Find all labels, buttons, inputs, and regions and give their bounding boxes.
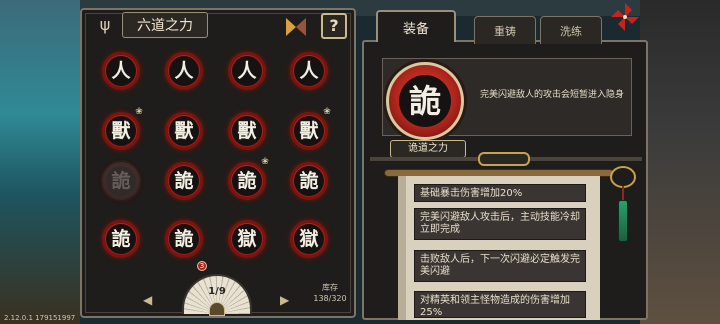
power-token-glyph: 獸	[294, 116, 324, 146]
power-token-glyph: 獸	[232, 116, 262, 146]
divider-ornament	[478, 152, 530, 166]
lotus-badge-icon: ❀	[261, 157, 269, 167]
fan-hub	[209, 302, 225, 316]
background-scene-right	[640, 0, 720, 324]
effect-entry-1: 基础暴击伤害增加20%	[414, 184, 586, 202]
next-page-arrow[interactable]: ▶	[280, 293, 289, 307]
lotus-badge-icon: ❀	[323, 107, 331, 117]
power-token[interactable]: 詭	[163, 218, 205, 260]
power-token[interactable]: 獄	[288, 218, 330, 260]
jade-charm-icon	[618, 200, 628, 242]
skill-description: 完美闪避敌人的攻击会短暂进入隐身	[480, 90, 625, 100]
power-token-glyph: 詭	[169, 166, 199, 196]
power-token[interactable]: 獸	[163, 110, 205, 152]
tab-equip[interactable]: 装备	[376, 10, 456, 42]
effect-entry-2: 完美闪避敌人攻击后，主动技能冷却立即完成	[414, 208, 586, 240]
tab-reforge-label: 重铸	[494, 24, 516, 38]
page-number: 1/9	[208, 286, 226, 297]
power-token[interactable]: 人	[163, 50, 205, 92]
power-token[interactable]: 獄	[226, 218, 268, 260]
panel-title: 六道之力	[137, 18, 193, 34]
power-token-glyph: 人	[294, 56, 324, 86]
power-token-glyph: 獸	[106, 116, 136, 146]
charm-ring	[610, 166, 636, 188]
storage-count: 138/320	[313, 294, 347, 303]
prev-page-arrow[interactable]: ◀	[143, 293, 152, 307]
power-token[interactable]: 獸	[226, 110, 268, 152]
new-item-badge: 3	[197, 261, 207, 271]
power-token-glyph: 獄	[232, 224, 262, 254]
power-token-glyph: 人	[169, 56, 199, 86]
power-token[interactable]: 詭	[288, 160, 330, 202]
power-token-glyph: 人	[106, 56, 136, 86]
help-button[interactable]: ?	[321, 13, 347, 39]
panel-title-tab: 六道之力	[122, 12, 208, 38]
effect-entry-4: 对精英和领主怪物造成的伤害增加25%	[414, 291, 586, 318]
trident-icon: ψ	[99, 15, 111, 34]
power-token[interactable]: 詭	[100, 160, 142, 202]
power-token-glyph: 詭	[294, 166, 324, 196]
power-token[interactable]: 詭	[100, 218, 142, 260]
power-token-glyph: 詭	[169, 224, 199, 254]
effect-entry-3: 击败敌人后，下一次闪避必定触发完美闪避	[414, 250, 586, 282]
power-token-glyph: 詭	[106, 224, 136, 254]
tab-reforge[interactable]: 重铸	[474, 16, 536, 44]
version-text: 2.12.0.1 179151997	[4, 314, 76, 322]
selected-power-glyph: 詭	[399, 75, 451, 127]
tab-equip-label: 装备	[402, 21, 429, 37]
lotus-badge-icon: ❀	[135, 107, 143, 117]
power-token-glyph: 詭	[106, 166, 136, 196]
power-token-glyph: 人	[232, 56, 262, 86]
tab-refine-label: 洗练	[560, 24, 582, 38]
power-token[interactable]: 人	[226, 50, 268, 92]
background-scene-left	[0, 0, 80, 324]
red-pinwheel-icon[interactable]	[610, 2, 640, 32]
power-token-glyph: 獸	[169, 116, 199, 146]
sort-toggle-icon[interactable]	[284, 16, 308, 38]
power-token[interactable]: 人	[100, 50, 142, 92]
storage-label: 库存	[322, 283, 338, 292]
power-token[interactable]: 詭	[163, 160, 205, 202]
selected-power-token: 詭	[386, 62, 464, 140]
tab-refine[interactable]: 洗练	[540, 16, 602, 44]
power-token-glyph: 獄	[294, 224, 324, 254]
power-token[interactable]: 人	[288, 50, 330, 92]
power-token-glyph: 詭	[232, 166, 262, 196]
skill-name-label: 诡道之力	[390, 140, 466, 158]
